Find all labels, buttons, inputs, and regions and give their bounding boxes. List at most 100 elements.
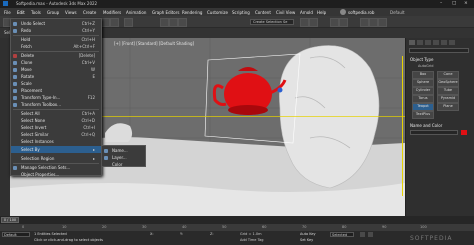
plane-button[interactable]: Plane xyxy=(437,103,459,111)
menu-item-scale[interactable]: Scale xyxy=(11,80,101,87)
menu-file[interactable]: File xyxy=(4,10,11,15)
menu-item-transform-type-in[interactable]: Transform Type-In... F12 xyxy=(11,94,101,101)
render-setup-icon[interactable] xyxy=(360,18,369,27)
angle-snap-icon[interactable] xyxy=(169,18,178,27)
transform-toolbox-icon xyxy=(13,102,17,107)
object-color-swatch[interactable] xyxy=(461,130,467,135)
select-by-submenu: Name... Layer... Color xyxy=(101,145,146,167)
placement-icon xyxy=(13,88,17,93)
submenu-item-name[interactable]: Name... xyxy=(102,147,145,154)
menu-item-rotate[interactable]: Rotate E xyxy=(11,73,101,80)
tube-button[interactable]: Tube xyxy=(437,87,459,95)
menu-item-manage-selection-sets[interactable]: Manage Selection Sets... xyxy=(11,164,101,171)
sphere-button[interactable]: Sphere xyxy=(412,79,434,87)
maxscript-listener[interactable]: Default xyxy=(2,232,30,237)
x-coordinate-label: X: xyxy=(150,232,154,236)
menu-item-move[interactable]: Move W xyxy=(11,66,101,73)
menu-group[interactable]: Group xyxy=(47,10,59,15)
percent-snap-icon[interactable] xyxy=(178,18,187,27)
modify-tab-icon[interactable] xyxy=(417,40,423,45)
menu-item-clone[interactable]: Clone Ctrl+V xyxy=(11,59,101,66)
menu-help[interactable]: Help xyxy=(317,10,326,15)
align-icon[interactable] xyxy=(309,18,318,27)
menu-scripting[interactable]: Scripting xyxy=(232,10,250,15)
menu-item-hold[interactable]: Hold Ctrl+H xyxy=(11,36,101,43)
teapot-button[interactable]: Teapot xyxy=(412,103,434,111)
menu-item-transform-toolbox[interactable]: Transform Toolbox... xyxy=(11,101,101,108)
time-slider-handle[interactable]: 0 / 100 xyxy=(1,217,19,223)
mirror-icon[interactable] xyxy=(300,18,309,27)
tick-label: 60 xyxy=(262,225,267,229)
menu-item-redo[interactable]: Redo Ctrl+Y xyxy=(11,27,101,34)
menu-graph-editors[interactable]: Graph Editors xyxy=(152,10,179,15)
menu-item-undo-select[interactable]: Undo Select Ctrl+Z xyxy=(11,20,101,27)
menu-item-select-all[interactable]: Select All Ctrl+A xyxy=(11,110,101,117)
select-by-name-icon xyxy=(104,148,108,153)
user-avatar-icon[interactable] xyxy=(340,9,346,15)
menu-views[interactable]: Views xyxy=(65,10,77,15)
maximize-button[interactable]: □ xyxy=(452,1,456,6)
menu-item-selection-region[interactable]: Selection Region ▸ xyxy=(11,155,101,162)
undo-icon xyxy=(13,21,17,26)
menu-item-select-by[interactable]: Select By ▸ xyxy=(11,146,101,153)
user-name[interactable]: softpedia.rob xyxy=(348,10,374,15)
cylinder-button[interactable]: Cylinder xyxy=(412,87,434,95)
menu-item-object-properties[interactable]: Object Properties... xyxy=(11,171,101,178)
menu-animation[interactable]: Animation xyxy=(126,10,146,15)
menu-edit[interactable]: Edit xyxy=(17,10,25,15)
auto-key-button[interactable]: Auto Key xyxy=(300,232,316,236)
rotate-icon[interactable] xyxy=(101,18,110,27)
next-frame-icon[interactable] xyxy=(368,232,373,237)
menu-modifiers[interactable]: Modifiers xyxy=(103,10,121,15)
snaps-toggle-icon[interactable] xyxy=(160,18,169,27)
menu-item-select-none[interactable]: Select None Ctrl+D xyxy=(11,117,101,124)
pyramid-button[interactable]: Pyramid xyxy=(437,95,459,103)
reference-coordinate-icon[interactable] xyxy=(124,18,133,27)
submenu-item-color[interactable]: Color xyxy=(102,161,145,168)
geosphere-button[interactable]: GeoSphere xyxy=(437,79,459,87)
track-bar[interactable]: 0 10 20 30 40 50 60 70 80 90 100 xyxy=(0,224,474,231)
clone-icon xyxy=(13,60,17,65)
render-icon[interactable] xyxy=(378,18,387,27)
display-tab-icon[interactable] xyxy=(441,40,447,45)
menu-item-select-instances[interactable]: Select Instances xyxy=(11,138,101,145)
material-editor-icon[interactable] xyxy=(339,18,348,27)
menu-create[interactable]: Create xyxy=(83,10,96,15)
cone-button[interactable]: Cone xyxy=(437,71,459,79)
menu-item-select-invert[interactable]: Select Invert Ctrl+I xyxy=(11,124,101,131)
motion-tab-icon[interactable] xyxy=(433,40,439,45)
submenu-item-layer[interactable]: Layer... xyxy=(102,154,145,161)
textplus-button[interactable]: TextPlus xyxy=(412,111,434,119)
torus-button[interactable]: Torus xyxy=(412,95,434,103)
render-frame-icon[interactable] xyxy=(369,18,378,27)
geometry-category-dropdown[interactable] xyxy=(409,48,469,53)
menu-rendering[interactable]: Rendering xyxy=(182,10,202,15)
curve-editor-icon[interactable] xyxy=(330,18,339,27)
workspace-label[interactable]: Default xyxy=(390,10,405,15)
menu-tools[interactable]: Tools xyxy=(31,10,41,15)
set-key-button[interactable]: Set Key xyxy=(300,238,313,242)
add-time-tag-button[interactable]: Add Time Tag xyxy=(240,238,264,242)
object-name-field[interactable] xyxy=(410,130,458,135)
menu-item-delete[interactable]: Delete [Delete] xyxy=(11,52,101,59)
selection-set-dropdown[interactable]: Create Selection Se xyxy=(250,19,294,25)
menu-arnold[interactable]: Arnold xyxy=(300,10,313,15)
menu-item-fetch[interactable]: Fetch Alt+Ctrl+F xyxy=(11,43,101,50)
menu-item-placement[interactable]: Placement xyxy=(11,87,101,94)
time-slider[interactable]: 0 / 100 xyxy=(0,216,474,224)
box-button[interactable]: Box xyxy=(412,71,434,79)
key-filter-dropdown[interactable]: Selected xyxy=(330,232,354,237)
menu-civil-view[interactable]: Civil View xyxy=(276,10,295,15)
hierarchy-tab-icon[interactable] xyxy=(425,40,431,45)
close-button[interactable]: × xyxy=(464,1,468,6)
utilities-tab-icon[interactable] xyxy=(449,40,455,45)
minimize-button[interactable]: – xyxy=(440,1,442,6)
autogrid-checkbox[interactable]: AutoGrid xyxy=(418,64,433,68)
menu-customize[interactable]: Customize xyxy=(207,10,228,15)
play-icon[interactable] xyxy=(360,232,365,237)
scale-icon[interactable] xyxy=(110,18,119,27)
menu-content[interactable]: Content xyxy=(255,10,271,15)
menu-item-select-similar[interactable]: Select Similar Ctrl+Q xyxy=(11,131,101,138)
create-tab-icon[interactable] xyxy=(409,40,415,45)
viewport-label[interactable]: [+] [Front] [Standard] [Default Shading] xyxy=(114,41,194,46)
